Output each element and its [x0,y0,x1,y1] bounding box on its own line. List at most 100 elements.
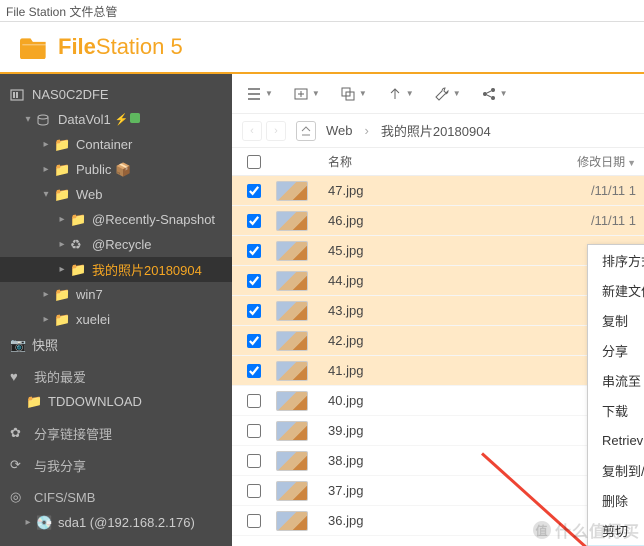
table-row[interactable]: 41.jpg/11/11 1 [232,356,644,386]
watermark: 值 什么值得买 [533,518,640,542]
section-cifs[interactable]: ◎CIFS/SMB [0,484,232,510]
tree-snapshot[interactable]: 📷 快照 [0,332,232,357]
table-row[interactable]: 45.jpg/11/11 1 [232,236,644,266]
collapse-icon[interactable]: ▾ [40,189,52,200]
tree-label: xuelei [76,312,110,327]
context-menu-item[interactable]: 复制到/移动到› [588,455,644,485]
row-checkbox[interactable] [247,274,261,288]
table-row[interactable]: 42.jpg/11/11 1 [232,326,644,356]
tree-sda1[interactable]: ▸ 💽 sda1 (@192.168.2.176) [0,510,232,535]
section-sharelink[interactable]: ✿分享链接管理 [0,420,232,446]
row-checkbox[interactable] [247,304,261,318]
row-checkbox[interactable] [247,514,261,528]
content-pane: ▼ ▼ ▼ ▼ ▼ ▼ ‹ › Web › 我的照片20180904 名称 修改… [232,74,644,546]
table-header: 名称 修改日期▼ [232,148,644,176]
expand-icon[interactable]: ▸ [40,314,52,325]
folder-icon: 📁 [70,212,86,228]
thumbnail-icon [276,181,308,201]
section-favorites[interactable]: ♥我的最爱 [0,363,232,389]
expand-icon[interactable]: ▸ [56,214,68,225]
row-checkbox[interactable] [247,184,261,198]
select-all-checkbox[interactable] [247,155,261,169]
row-checkbox[interactable] [247,484,261,498]
expand-icon[interactable]: ▸ [22,517,34,528]
thumbnail-icon [276,331,308,351]
row-checkbox[interactable] [247,424,261,438]
upload-button[interactable]: ▼ [387,86,414,102]
table-row[interactable]: 37.jpg/11/11 1 [232,476,644,506]
row-checkbox[interactable] [247,334,261,348]
file-name: 40.jpg [324,393,572,408]
breadcrumb: ‹ › Web › 我的照片20180904 [232,114,644,148]
tree-recycle[interactable]: ▸ ♻ @Recycle [0,232,232,257]
tree-win7[interactable]: ▸ 📁 win7 [0,282,232,307]
expand-icon[interactable]: ▸ [40,164,52,175]
file-date: /11/11 1 [572,183,644,198]
row-checkbox[interactable] [247,394,261,408]
section-label: CIFS/SMB [34,490,95,505]
table-row[interactable]: 38.jpg/11/11 1 [232,446,644,476]
tree-photos-active[interactable]: ▸ 📁 我的照片20180904 [0,257,232,282]
tree-datavol[interactable]: ▾ DataVol1 ⚡ [0,107,232,132]
context-menu-item[interactable]: 串流至› [588,365,644,395]
context-menu-item[interactable]: 复制 [588,305,644,335]
table-row[interactable]: 39.jpg/11/11 1 [232,416,644,446]
row-checkbox[interactable] [247,454,261,468]
share-button[interactable]: ▼ [481,86,508,102]
folder-icon: 📁 [54,162,70,178]
context-menu-item[interactable]: Retrieving from archival storage [588,425,644,455]
section-trash[interactable]: 🗑资源回收站 [0,541,232,546]
table-row[interactable]: 47.jpg/11/11 1 [232,176,644,206]
recycle-icon: ♻ [70,237,86,253]
folder-icon: 📁 [70,262,86,278]
tree-public[interactable]: ▸ 📁 Public 📦 [0,157,232,182]
table-row[interactable]: 46.jpg/11/11 1 [232,206,644,236]
breadcrumb-part[interactable]: Web [326,123,353,138]
file-name: 39.jpg [324,423,572,438]
view-mode-button[interactable]: ▼ [246,86,273,102]
column-name[interactable]: 名称 [324,153,572,170]
folder-logo-icon [20,36,48,58]
context-menu-item[interactable]: 删除 [588,485,644,515]
sidebar: NAS0C2DFE ▾ DataVol1 ⚡ ▸ 📁 Container ▸ 📁… [0,74,232,546]
collapse-icon[interactable]: ▾ [22,114,34,125]
table-row[interactable]: 40.jpg/11/11 1 [232,386,644,416]
expand-icon[interactable]: ▸ [56,239,68,250]
file-date: /11/11 1 [572,213,644,228]
breadcrumb-part[interactable]: 我的照片20180904 [381,121,491,140]
tree-recently-snapshot[interactable]: ▸ 📁 @Recently-Snapshot [0,207,232,232]
tools-button[interactable]: ▼ [434,86,461,102]
expand-icon[interactable]: ▸ [40,289,52,300]
nav-forward-button[interactable]: › [266,121,286,141]
tree-web[interactable]: ▾ 📁 Web [0,182,232,207]
context-menu: 排序方式›新建文件夹复制分享›串流至›下载Retrieving from arc… [587,244,644,546]
tree-label: 快照 [32,335,58,354]
row-checkbox[interactable] [247,214,261,228]
nav-back-button[interactable]: ‹ [242,121,262,141]
section-shareme[interactable]: ⟳与我分享 [0,452,232,478]
context-menu-item[interactable]: 新建文件夹 [588,275,644,305]
tree-container[interactable]: ▸ 📁 Container [0,132,232,157]
tree-xuelei[interactable]: ▸ 📁 xuelei [0,307,232,332]
expand-icon[interactable]: ▸ [56,264,68,275]
copy-button[interactable]: ▼ [340,86,367,102]
datavol-badges: ⚡ [115,113,141,126]
tree-tddownload[interactable]: 📁 TDDOWNLOAD [0,389,232,414]
row-checkbox[interactable] [247,364,261,378]
toolbar: ▼ ▼ ▼ ▼ ▼ ▼ [232,74,644,114]
table-row[interactable]: 44.jpg/11/11 1 [232,266,644,296]
expand-icon[interactable]: ▸ [40,139,52,150]
tree-label: sda1 (@192.168.2.176) [58,515,195,530]
context-menu-item[interactable]: 下载 [588,395,644,425]
create-button[interactable]: ▼ [293,86,320,102]
tree-root-nas[interactable]: NAS0C2DFE [0,82,232,107]
column-date[interactable]: 修改日期▼ [572,153,644,170]
thumbnail-icon [276,511,308,531]
file-name: 41.jpg [324,363,572,378]
context-menu-item[interactable]: 分享› [588,335,644,365]
table-row[interactable]: 43.jpg/11/11 1 [232,296,644,326]
row-checkbox[interactable] [247,244,261,258]
nav-up-button[interactable] [296,121,316,141]
context-menu-item[interactable]: 排序方式› [588,245,644,275]
qsync-icon: 📦 [115,162,131,178]
